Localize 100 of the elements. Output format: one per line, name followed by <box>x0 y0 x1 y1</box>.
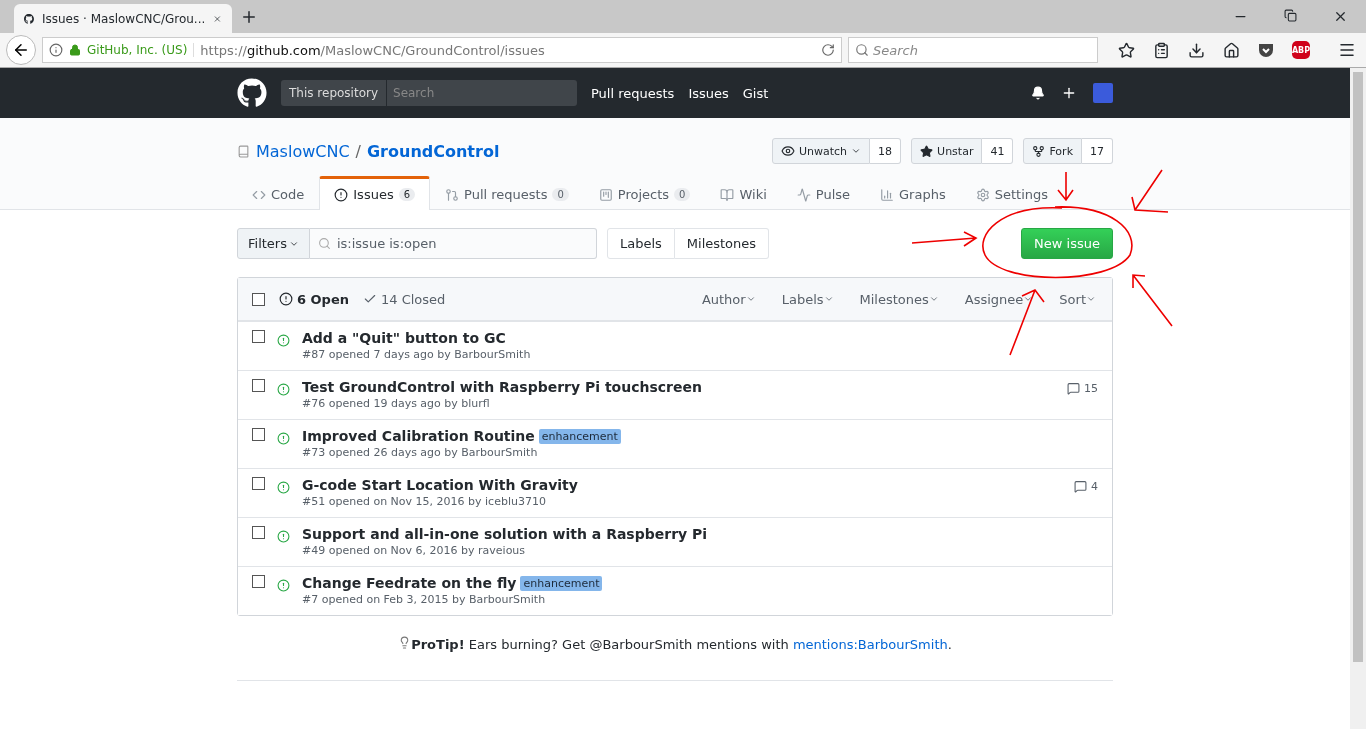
sort-menu[interactable]: Sort <box>1059 291 1096 307</box>
adblock-button[interactable]: ABP <box>1292 41 1310 59</box>
browser-search-field[interactable]: Search <box>848 37 1098 63</box>
sort-menu[interactable]: Labels <box>781 291 834 307</box>
annotation-arrow <box>911 231 978 247</box>
issue-meta: #76 opened 19 days ago by blurfl <box>302 397 491 410</box>
open-issue-icon <box>277 530 290 543</box>
caret-icon <box>1086 294 1096 304</box>
sort-menu[interactable]: Milestones <box>859 291 939 307</box>
caret-icon <box>745 294 756 304</box>
issue-label[interactable]: enhancement <box>538 428 621 444</box>
comment-count-link[interactable]: 15 <box>1067 382 1098 395</box>
action-count[interactable]: 18 <box>870 138 902 164</box>
check-icon <box>363 292 377 306</box>
reading-list-icon[interactable] <box>1153 41 1170 59</box>
menu-icon[interactable] <box>1338 41 1356 59</box>
issue-icon <box>279 292 293 306</box>
repo-tab[interactable]: Wiki <box>705 176 782 210</box>
action-count[interactable]: 17 <box>1082 138 1113 164</box>
issue-checkbox[interactable] <box>252 379 265 392</box>
filters-button[interactable]: Filters <box>237 228 310 259</box>
sort-menu[interactable]: Author <box>701 291 756 307</box>
repo-tab[interactable]: Pulse <box>781 176 866 210</box>
filter-search-field[interactable]: is:issue is:open <box>309 228 597 259</box>
issue-checkbox[interactable] <box>252 526 265 539</box>
issue-title-link[interactable]: G-code Start Location With Gravity <box>302 477 578 493</box>
settings-icon <box>975 187 990 202</box>
issue-meta: #49 opened on Nov 6, 2016 by raveious <box>302 544 527 557</box>
create-new-icon[interactable] <box>1061 85 1077 101</box>
home-icon[interactable] <box>1223 41 1240 59</box>
book-icon <box>720 187 735 202</box>
open-issue-icon <box>277 432 290 445</box>
issue-checkbox[interactable] <box>252 428 265 441</box>
comment-icon <box>1067 382 1080 395</box>
notification-bell-icon[interactable] <box>1031 86 1045 100</box>
fork-icon <box>1032 144 1046 158</box>
url-text: https://github.com/MaslowCNC/GroundControl/issues <box>200 42 546 58</box>
issue-meta: #73 opened 26 days ago by BarbourSmith <box>302 446 539 459</box>
issue-icon <box>334 187 349 202</box>
repo-action-button[interactable]: Unstar <box>911 138 983 164</box>
back-button[interactable] <box>6 35 36 65</box>
pocket-icon[interactable] <box>1258 42 1274 58</box>
repo-owner-link[interactable]: MaslowCNC <box>256 141 350 161</box>
download-icon[interactable] <box>1188 41 1205 59</box>
repo-tab[interactable]: Projects 0 <box>583 176 706 210</box>
search-icon <box>855 43 869 57</box>
repo-action-button[interactable]: Unwatch <box>772 138 871 164</box>
header-nav-link[interactable]: Gist <box>742 85 769 101</box>
eye-icon <box>781 144 795 158</box>
repo-tab[interactable]: Issues 6 <box>319 176 431 210</box>
repo-name-link[interactable]: GroundControl <box>366 141 500 161</box>
select-all-checkbox[interactable] <box>252 292 265 306</box>
repo-tab[interactable]: Graphs <box>865 176 961 210</box>
count-badge: 6 <box>398 188 416 201</box>
path-separator: / <box>355 141 361 161</box>
comment-count-link[interactable]: 4 <box>1074 480 1098 493</box>
issue-title-link[interactable]: Improved Calibration Routine <box>302 428 535 444</box>
info-icon[interactable] <box>49 43 63 57</box>
restore-icon[interactable] <box>1284 9 1297 22</box>
pull-request-icon <box>445 187 460 202</box>
bookmark-star-icon[interactable] <box>1118 41 1135 59</box>
count-badge: 0 <box>674 188 691 201</box>
lock-icon <box>69 44 81 56</box>
issue-title-link[interactable]: Change Feedrate on the fly <box>302 575 517 591</box>
repo-tab[interactable]: Code <box>237 176 320 210</box>
action-count[interactable]: 41 <box>982 138 1014 164</box>
caret-icon <box>928 294 939 304</box>
sort-menu[interactable]: Assignee <box>964 291 1034 307</box>
issue-checkbox[interactable] <box>252 477 265 490</box>
github-logo-icon[interactable] <box>237 78 267 108</box>
close-icon[interactable] <box>1333 9 1348 24</box>
issue-checkbox[interactable] <box>252 575 265 588</box>
comment-icon <box>1074 480 1087 493</box>
caret-icon <box>851 146 862 156</box>
browser-tab[interactable]: Issues · MaslowCNC/Grou... <box>14 4 232 33</box>
open-issue-icon <box>277 481 290 494</box>
issue-title-link[interactable]: Test GroundControl with Raspberry Pi touchscreen <box>302 379 702 395</box>
reload-icon[interactable] <box>821 43 835 57</box>
address-field[interactable]: GitHub, Inc. (US) https://github.com/MaslowCNC/GroundControl/issues <box>42 37 842 63</box>
milestones-button[interactable]: Milestones <box>674 228 770 259</box>
mentions-link[interactable]: mentions:BarbourSmith <box>792 637 948 652</box>
site-search-field[interactable]: This repository Search <box>281 80 577 106</box>
annotation-arrow <box>1131 169 1169 213</box>
repo-tab[interactable]: Pull requests 0 <box>430 176 584 210</box>
open-issue-icon <box>277 383 290 396</box>
annotation-arrow <box>1057 171 1074 202</box>
repo-action-button[interactable]: Fork <box>1023 138 1082 164</box>
issue-label[interactable]: enhancement <box>520 575 603 591</box>
labels-button[interactable]: Labels <box>606 228 675 259</box>
issue-checkbox[interactable] <box>252 330 265 343</box>
repo-tab[interactable]: Settings <box>960 176 1063 210</box>
star-icon <box>920 144 934 158</box>
header-nav-link[interactable]: Pull requests <box>591 85 675 101</box>
issue-title-link[interactable]: Support and all-in-one solution with a Raspberry Pi <box>302 526 708 542</box>
issue-meta: #7 opened on Feb 3, 2015 by BarbourSmith <box>302 593 547 606</box>
issue-state-filter[interactable]: 14 Closed <box>363 291 446 307</box>
scrollbar[interactable] <box>1350 68 1366 729</box>
header-nav-link[interactable]: Issues <box>688 85 729 101</box>
issue-title-link[interactable]: Add a "Quit" button to GC <box>302 330 506 346</box>
issue-state-filter[interactable]: 6 Open <box>279 291 349 307</box>
